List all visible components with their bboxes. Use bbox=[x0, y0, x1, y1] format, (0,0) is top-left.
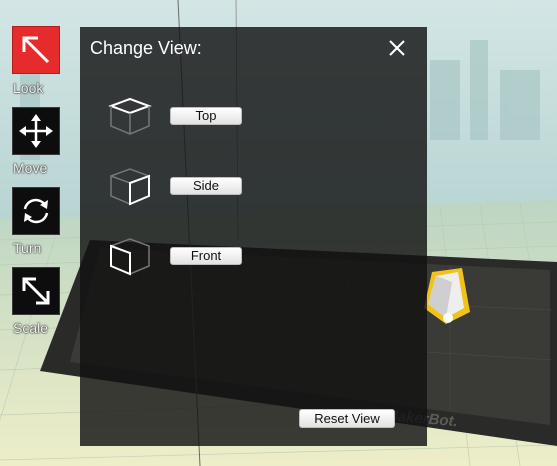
scale-tool-label: Scale bbox=[13, 320, 49, 336]
turn-arrows-icon bbox=[23, 198, 49, 224]
look-tool-button[interactable] bbox=[12, 26, 60, 74]
cube-top-icon bbox=[108, 97, 152, 135]
view-side-button[interactable]: Side bbox=[170, 177, 242, 195]
turn-tool-label: Turn bbox=[13, 240, 42, 256]
panel-title: Change View: bbox=[90, 38, 202, 58]
look-arrow-icon bbox=[22, 36, 50, 64]
scale-tool-button[interactable] bbox=[12, 267, 60, 315]
change-view-panel: Change View: Top Side Front bbox=[80, 27, 427, 446]
move-tool-label: Move bbox=[13, 160, 48, 176]
view-front-button[interactable]: Front bbox=[170, 247, 242, 265]
reset-view-button[interactable]: Reset View bbox=[299, 409, 395, 428]
move-arrows-icon bbox=[19, 114, 53, 148]
cube-side-icon bbox=[110, 168, 152, 206]
view-top-button[interactable]: Top bbox=[170, 107, 242, 125]
close-icon[interactable] bbox=[386, 37, 408, 59]
move-tool-button[interactable] bbox=[12, 107, 60, 155]
look-tool-label: Look bbox=[13, 80, 44, 96]
turn-tool-button[interactable] bbox=[12, 187, 60, 235]
cube-front-icon bbox=[110, 238, 150, 276]
scale-arrow-icon bbox=[22, 277, 50, 305]
